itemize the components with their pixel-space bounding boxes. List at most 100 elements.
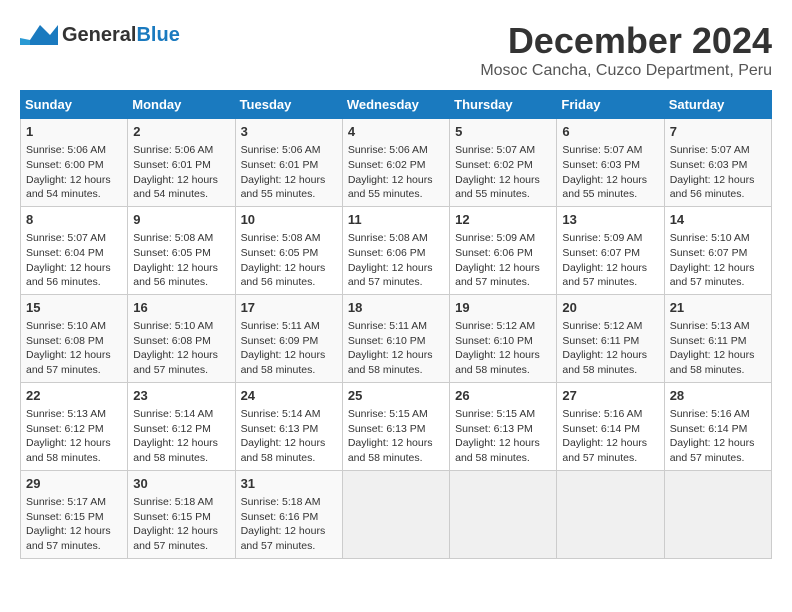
- day-number: 6: [562, 123, 658, 141]
- logo-bird-icon: [20, 20, 58, 50]
- day-info: Sunrise: 5:06 AM Sunset: 6:02 PM Dayligh…: [348, 143, 444, 202]
- day-info: Sunrise: 5:08 AM Sunset: 6:06 PM Dayligh…: [348, 231, 444, 290]
- day-info: Sunrise: 5:08 AM Sunset: 6:05 PM Dayligh…: [241, 231, 337, 290]
- day-info: Sunrise: 5:08 AM Sunset: 6:05 PM Dayligh…: [133, 231, 229, 290]
- day-info: Sunrise: 5:17 AM Sunset: 6:15 PM Dayligh…: [26, 495, 122, 554]
- day-number: 5: [455, 123, 551, 141]
- calendar-cell: 25 Sunrise: 5:15 AM Sunset: 6:13 PM Dayli…: [342, 382, 449, 470]
- calendar-cell: 29 Sunrise: 5:17 AM Sunset: 6:15 PM Dayli…: [21, 470, 128, 558]
- calendar-cell: 13 Sunrise: 5:09 AM Sunset: 6:07 PM Dayli…: [557, 206, 664, 294]
- calendar-cell: 10 Sunrise: 5:08 AM Sunset: 6:05 PM Dayli…: [235, 206, 342, 294]
- day-number: 27: [562, 387, 658, 405]
- day-info: Sunrise: 5:10 AM Sunset: 6:08 PM Dayligh…: [133, 319, 229, 378]
- day-info: Sunrise: 5:07 AM Sunset: 6:04 PM Dayligh…: [26, 231, 122, 290]
- day-number: 29: [26, 475, 122, 493]
- day-number: 15: [26, 299, 122, 317]
- calendar-cell: [342, 470, 449, 558]
- calendar-cell: 16 Sunrise: 5:10 AM Sunset: 6:08 PM Dayli…: [128, 294, 235, 382]
- day-info: Sunrise: 5:12 AM Sunset: 6:10 PM Dayligh…: [455, 319, 551, 378]
- calendar-cell: 24Sunrise: 5:14 AM Sunset: 6:13 PM Dayli…: [235, 382, 342, 470]
- calendar-cell: 11 Sunrise: 5:08 AM Sunset: 6:06 PM Dayli…: [342, 206, 449, 294]
- day-number: 19: [455, 299, 551, 317]
- day-number: 11: [348, 211, 444, 229]
- calendar-cell: 17 Sunrise: 5:11 AM Sunset: 6:09 PM Dayli…: [235, 294, 342, 382]
- calendar-cell: [450, 470, 557, 558]
- calendar-cell: [664, 470, 771, 558]
- calendar-cell: 3 Sunrise: 5:06 AM Sunset: 6:01 PM Daylig…: [235, 119, 342, 207]
- calendar-header-tuesday: Tuesday: [235, 91, 342, 119]
- day-number: 18: [348, 299, 444, 317]
- calendar-cell: 26 Sunrise: 5:15 AM Sunset: 6:13 PM Dayli…: [450, 382, 557, 470]
- calendar-week-3: 15 Sunrise: 5:10 AM Sunset: 6:08 PM Dayli…: [21, 294, 772, 382]
- calendar-header-sunday: Sunday: [21, 91, 128, 119]
- logo: GeneralBlue: [20, 20, 180, 50]
- calendar-cell: 23Sunrise: 5:14 AM Sunset: 6:12 PM Dayli…: [128, 382, 235, 470]
- calendar-cell: 19 Sunrise: 5:12 AM Sunset: 6:10 PM Dayli…: [450, 294, 557, 382]
- day-number: 21: [670, 299, 766, 317]
- calendar-header-saturday: Saturday: [664, 91, 771, 119]
- day-info: Sunrise: 5:11 AM Sunset: 6:09 PM Dayligh…: [241, 319, 337, 378]
- day-number: 13: [562, 211, 658, 229]
- day-number: 10: [241, 211, 337, 229]
- day-number: 1: [26, 123, 122, 141]
- day-info: Sunrise: 5:14 AM Sunset: 6:12 PM Dayligh…: [133, 407, 229, 466]
- day-info: Sunrise: 5:07 AM Sunset: 6:03 PM Dayligh…: [670, 143, 766, 202]
- day-number: 17: [241, 299, 337, 317]
- day-info: Sunrise: 5:09 AM Sunset: 6:06 PM Dayligh…: [455, 231, 551, 290]
- day-number: 16: [133, 299, 229, 317]
- day-number: 25: [348, 387, 444, 405]
- page-subtitle: Mosoc Cancha, Cuzco Department, Peru: [480, 62, 772, 80]
- calendar-cell: 4 Sunrise: 5:06 AM Sunset: 6:02 PM Daylig…: [342, 119, 449, 207]
- day-info: Sunrise: 5:06 AM Sunset: 6:01 PM Dayligh…: [241, 143, 337, 202]
- day-info: Sunrise: 5:15 AM Sunset: 6:13 PM Dayligh…: [348, 407, 444, 466]
- calendar-cell: 30 Sunrise: 5:18 AM Sunset: 6:15 PM Dayli…: [128, 470, 235, 558]
- day-info: Sunrise: 5:14 AM Sunset: 6:13 PM Dayligh…: [241, 407, 337, 466]
- logo-general: General: [62, 24, 136, 46]
- day-number: 22: [26, 387, 122, 405]
- day-info: Sunrise: 5:11 AM Sunset: 6:10 PM Dayligh…: [348, 319, 444, 378]
- calendar-header-monday: Monday: [128, 91, 235, 119]
- day-info: Sunrise: 5:18 AM Sunset: 6:16 PM Dayligh…: [241, 495, 337, 554]
- day-number: 26: [455, 387, 551, 405]
- day-number: 2: [133, 123, 229, 141]
- day-number: 4: [348, 123, 444, 141]
- day-info: Sunrise: 5:16 AM Sunset: 6:14 PM Dayligh…: [670, 407, 766, 466]
- calendar-cell: 7 Sunrise: 5:07 AM Sunset: 6:03 PM Daylig…: [664, 119, 771, 207]
- day-number: 12: [455, 211, 551, 229]
- calendar-cell: 15 Sunrise: 5:10 AM Sunset: 6:08 PM Dayli…: [21, 294, 128, 382]
- calendar-header-thursday: Thursday: [450, 91, 557, 119]
- day-info: Sunrise: 5:15 AM Sunset: 6:13 PM Dayligh…: [455, 407, 551, 466]
- calendar-cell: 21 Sunrise: 5:13 AM Sunset: 6:11 PM Dayli…: [664, 294, 771, 382]
- day-number: 3: [241, 123, 337, 141]
- day-info: Sunrise: 5:09 AM Sunset: 6:07 PM Dayligh…: [562, 231, 658, 290]
- day-info: Sunrise: 5:10 AM Sunset: 6:08 PM Dayligh…: [26, 319, 122, 378]
- day-info: Sunrise: 5:13 AM Sunset: 6:12 PM Dayligh…: [26, 407, 122, 466]
- title-block: December 2024 Mosoc Cancha, Cuzco Depart…: [480, 20, 772, 80]
- day-number: 7: [670, 123, 766, 141]
- calendar-cell: 14Sunrise: 5:10 AM Sunset: 6:07 PM Dayli…: [664, 206, 771, 294]
- calendar-header-wednesday: Wednesday: [342, 91, 449, 119]
- day-info: Sunrise: 5:13 AM Sunset: 6:11 PM Dayligh…: [670, 319, 766, 378]
- logo-blue: Blue: [136, 24, 179, 46]
- calendar-header-friday: Friday: [557, 91, 664, 119]
- calendar-cell: 28Sunrise: 5:16 AM Sunset: 6:14 PM Dayli…: [664, 382, 771, 470]
- day-info: Sunrise: 5:18 AM Sunset: 6:15 PM Dayligh…: [133, 495, 229, 554]
- calendar-cell: 12 Sunrise: 5:09 AM Sunset: 6:06 PM Dayli…: [450, 206, 557, 294]
- calendar-header-row: SundayMondayTuesdayWednesdayThursdayFrid…: [21, 91, 772, 119]
- calendar-cell: 6 Sunrise: 5:07 AM Sunset: 6:03 PM Daylig…: [557, 119, 664, 207]
- calendar-cell: 9Sunrise: 5:08 AM Sunset: 6:05 PM Daylig…: [128, 206, 235, 294]
- day-number: 31: [241, 475, 337, 493]
- calendar-cell: [557, 470, 664, 558]
- calendar-week-5: 29 Sunrise: 5:17 AM Sunset: 6:15 PM Dayli…: [21, 470, 772, 558]
- calendar-cell: 31 Sunrise: 5:18 AM Sunset: 6:16 PM Dayli…: [235, 470, 342, 558]
- calendar-cell: 22 Sunrise: 5:13 AM Sunset: 6:12 PM Dayli…: [21, 382, 128, 470]
- day-number: 30: [133, 475, 229, 493]
- day-info: Sunrise: 5:07 AM Sunset: 6:03 PM Dayligh…: [562, 143, 658, 202]
- page-title: December 2024: [480, 20, 772, 62]
- calendar-cell: 5Sunrise: 5:07 AM Sunset: 6:02 PM Daylig…: [450, 119, 557, 207]
- calendar-table: SundayMondayTuesdayWednesdayThursdayFrid…: [20, 90, 772, 559]
- day-number: 14: [670, 211, 766, 229]
- calendar-week-4: 22 Sunrise: 5:13 AM Sunset: 6:12 PM Dayli…: [21, 382, 772, 470]
- day-info: Sunrise: 5:06 AM Sunset: 6:00 PM Dayligh…: [26, 143, 122, 202]
- day-info: Sunrise: 5:16 AM Sunset: 6:14 PM Dayligh…: [562, 407, 658, 466]
